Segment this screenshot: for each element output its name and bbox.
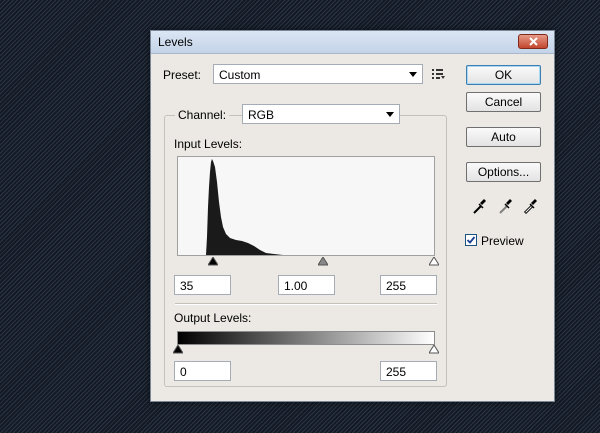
black-eyedropper-icon[interactable] bbox=[472, 197, 488, 215]
divider bbox=[175, 303, 437, 305]
title-bar[interactable]: Levels bbox=[151, 31, 554, 54]
options-button[interactable]: Options... bbox=[466, 162, 541, 182]
gray-eyedropper-icon[interactable] bbox=[498, 197, 514, 215]
channel-dropdown[interactable]: RGB bbox=[242, 104, 400, 124]
input-black-field[interactable]: 35 bbox=[174, 275, 231, 295]
input-black-value: 35 bbox=[180, 279, 194, 293]
output-black-field[interactable]: 0 bbox=[174, 361, 231, 381]
auto-button[interactable]: Auto bbox=[466, 127, 541, 147]
input-white-value: 255 bbox=[386, 279, 407, 293]
output-black-slider[interactable] bbox=[173, 345, 183, 354]
preset-value: Custom bbox=[219, 68, 261, 82]
window-title: Levels bbox=[158, 35, 193, 49]
histogram-graph bbox=[206, 159, 283, 255]
input-levels-label: Input Levels: bbox=[174, 137, 243, 151]
input-black-slider[interactable] bbox=[208, 257, 218, 266]
channel-value: RGB bbox=[248, 108, 275, 122]
input-gamma-slider[interactable] bbox=[318, 257, 328, 266]
output-black-value: 0 bbox=[180, 365, 187, 379]
ok-button[interactable]: OK bbox=[466, 65, 541, 85]
output-levels-label: Output Levels: bbox=[174, 311, 252, 325]
input-gamma-field[interactable]: 1.00 bbox=[278, 275, 335, 295]
close-button[interactable] bbox=[518, 34, 548, 49]
preset-dropdown[interactable]: Custom bbox=[213, 64, 423, 84]
channel-label: Channel: bbox=[175, 108, 230, 122]
output-white-slider[interactable] bbox=[429, 345, 439, 354]
white-eyedropper-icon[interactable] bbox=[523, 197, 539, 215]
chevron-down-icon bbox=[386, 112, 394, 117]
preview-label: Preview bbox=[481, 234, 524, 248]
close-icon bbox=[529, 37, 538, 46]
input-white-field[interactable]: 255 bbox=[380, 275, 437, 295]
preset-label: Preset: bbox=[163, 68, 202, 82]
preset-options-icon[interactable] bbox=[432, 68, 446, 80]
output-white-field[interactable]: 255 bbox=[380, 361, 437, 381]
output-gradient bbox=[177, 331, 435, 345]
cancel-button[interactable]: Cancel bbox=[466, 92, 541, 112]
chevron-down-icon bbox=[409, 72, 417, 77]
output-white-value: 255 bbox=[386, 365, 407, 379]
input-gamma-value: 1.00 bbox=[284, 279, 308, 293]
histogram bbox=[177, 156, 435, 256]
input-white-slider[interactable] bbox=[429, 257, 439, 266]
preview-checkbox[interactable] bbox=[465, 234, 477, 246]
levels-dialog: Levels Preset: Custom Channel: RGB Input… bbox=[150, 30, 555, 402]
checkmark-icon bbox=[466, 236, 476, 244]
